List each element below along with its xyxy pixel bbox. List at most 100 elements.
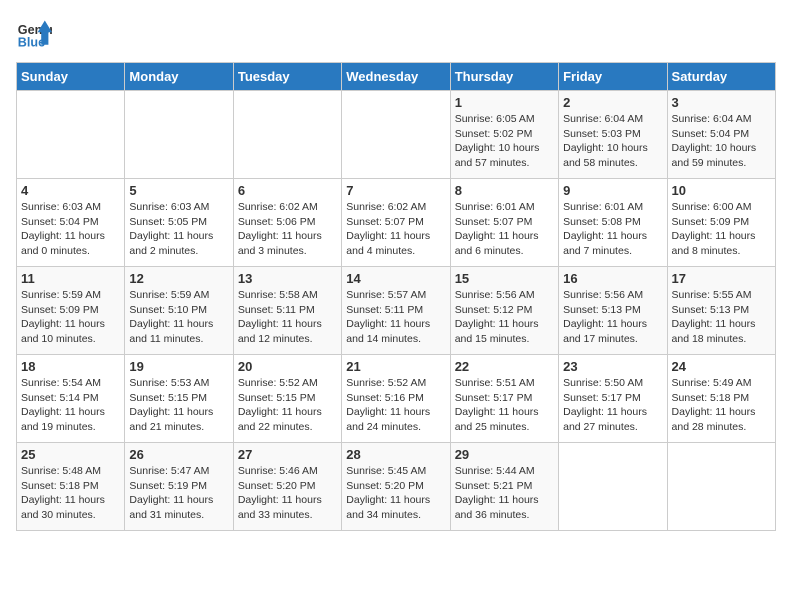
day-number: 9 xyxy=(563,183,662,198)
calendar-cell: 29 Sunrise: 5:44 AM Sunset: 5:21 PM Dayli… xyxy=(450,443,558,531)
day-number: 19 xyxy=(129,359,228,374)
day-number: 23 xyxy=(563,359,662,374)
day-number: 18 xyxy=(21,359,120,374)
logo: General Blue xyxy=(16,16,52,52)
day-number: 14 xyxy=(346,271,445,286)
day-number: 17 xyxy=(672,271,771,286)
day-number: 20 xyxy=(238,359,337,374)
calendar-cell: 13 Sunrise: 5:58 AM Sunset: 5:11 PM Dayli… xyxy=(233,267,341,355)
day-number: 6 xyxy=(238,183,337,198)
day-number: 5 xyxy=(129,183,228,198)
cell-info: Sunrise: 5:56 AM Sunset: 5:12 PM Dayligh… xyxy=(455,288,554,347)
calendar-cell: 26 Sunrise: 5:47 AM Sunset: 5:19 PM Dayli… xyxy=(125,443,233,531)
cell-info: Sunrise: 5:54 AM Sunset: 5:14 PM Dayligh… xyxy=(21,376,120,435)
calendar-cell: 12 Sunrise: 5:59 AM Sunset: 5:10 PM Dayli… xyxy=(125,267,233,355)
cell-info: Sunrise: 5:55 AM Sunset: 5:13 PM Dayligh… xyxy=(672,288,771,347)
day-number: 21 xyxy=(346,359,445,374)
calendar-cell: 6 Sunrise: 6:02 AM Sunset: 5:06 PM Daylig… xyxy=(233,179,341,267)
day-number: 7 xyxy=(346,183,445,198)
calendar-cell: 21 Sunrise: 5:52 AM Sunset: 5:16 PM Dayli… xyxy=(342,355,450,443)
calendar-cell: 4 Sunrise: 6:03 AM Sunset: 5:04 PM Daylig… xyxy=(17,179,125,267)
cell-info: Sunrise: 5:57 AM Sunset: 5:11 PM Dayligh… xyxy=(346,288,445,347)
cell-info: Sunrise: 6:01 AM Sunset: 5:08 PM Dayligh… xyxy=(563,200,662,259)
calendar-table: SundayMondayTuesdayWednesdayThursdayFrid… xyxy=(16,62,776,531)
cell-info: Sunrise: 5:59 AM Sunset: 5:10 PM Dayligh… xyxy=(129,288,228,347)
calendar-cell: 22Sunrise: 5:51 AM Sunset: 5:17 PM Dayli… xyxy=(450,355,558,443)
cell-info: Sunrise: 6:00 AM Sunset: 5:09 PM Dayligh… xyxy=(672,200,771,259)
calendar-cell: 28 Sunrise: 5:45 AM Sunset: 5:20 PM Dayli… xyxy=(342,443,450,531)
cell-info: Sunrise: 6:01 AM Sunset: 5:07 PM Dayligh… xyxy=(455,200,554,259)
calendar-cell xyxy=(17,91,125,179)
day-header-tuesday: Tuesday xyxy=(233,63,341,91)
day-header-monday: Monday xyxy=(125,63,233,91)
day-number: 2 xyxy=(563,95,662,110)
calendar-cell: 5 Sunrise: 6:03 AM Sunset: 5:05 PM Daylig… xyxy=(125,179,233,267)
calendar-cell: 7 Sunrise: 6:02 AM Sunset: 5:07 PM Daylig… xyxy=(342,179,450,267)
cell-info: Sunrise: 5:52 AM Sunset: 5:16 PM Dayligh… xyxy=(346,376,445,435)
logo-icon: General Blue xyxy=(16,16,52,52)
day-number: 16 xyxy=(563,271,662,286)
calendar-cell: 16 Sunrise: 5:56 AM Sunset: 5:13 PM Dayli… xyxy=(559,267,667,355)
day-header-wednesday: Wednesday xyxy=(342,63,450,91)
svg-text:Blue: Blue xyxy=(18,36,45,50)
calendar-cell: 14 Sunrise: 5:57 AM Sunset: 5:11 PM Dayli… xyxy=(342,267,450,355)
day-number: 28 xyxy=(346,447,445,462)
cell-info: Sunrise: 5:56 AM Sunset: 5:13 PM Dayligh… xyxy=(563,288,662,347)
cell-info: Sunrise: 5:52 AM Sunset: 5:15 PM Dayligh… xyxy=(238,376,337,435)
calendar-cell xyxy=(667,443,775,531)
day-header-friday: Friday xyxy=(559,63,667,91)
day-number: 25 xyxy=(21,447,120,462)
day-number: 29 xyxy=(455,447,554,462)
cell-info: Sunrise: 5:46 AM Sunset: 5:20 PM Dayligh… xyxy=(238,464,337,523)
day-header-saturday: Saturday xyxy=(667,63,775,91)
cell-info: Sunrise: 5:53 AM Sunset: 5:15 PM Dayligh… xyxy=(129,376,228,435)
day-number: 26 xyxy=(129,447,228,462)
calendar-cell: 19 Sunrise: 5:53 AM Sunset: 5:15 PM Dayli… xyxy=(125,355,233,443)
cell-info: Sunrise: 5:59 AM Sunset: 5:09 PM Dayligh… xyxy=(21,288,120,347)
cell-info: Sunrise: 5:49 AM Sunset: 5:18 PM Dayligh… xyxy=(672,376,771,435)
cell-info: Sunrise: 6:04 AM Sunset: 5:04 PM Dayligh… xyxy=(672,112,771,171)
day-number: 24 xyxy=(672,359,771,374)
calendar-cell xyxy=(125,91,233,179)
day-number: 4 xyxy=(21,183,120,198)
calendar-cell xyxy=(233,91,341,179)
calendar-cell: 15 Sunrise: 5:56 AM Sunset: 5:12 PM Dayli… xyxy=(450,267,558,355)
cell-info: Sunrise: 6:02 AM Sunset: 5:06 PM Dayligh… xyxy=(238,200,337,259)
day-number: 12 xyxy=(129,271,228,286)
calendar-cell: 23 Sunrise: 5:50 AM Sunset: 5:17 PM Dayli… xyxy=(559,355,667,443)
calendar-cell: 9 Sunrise: 6:01 AM Sunset: 5:08 PM Daylig… xyxy=(559,179,667,267)
cell-info: Sunrise: 5:48 AM Sunset: 5:18 PM Dayligh… xyxy=(21,464,120,523)
day-number: 10 xyxy=(672,183,771,198)
day-number: 27 xyxy=(238,447,337,462)
header: General Blue xyxy=(16,16,776,52)
calendar-cell xyxy=(342,91,450,179)
cell-info: Sunrise: 5:58 AM Sunset: 5:11 PM Dayligh… xyxy=(238,288,337,347)
day-number: 8 xyxy=(455,183,554,198)
calendar-cell: 10 Sunrise: 6:00 AM Sunset: 5:09 PM Dayli… xyxy=(667,179,775,267)
calendar-cell: 8 Sunrise: 6:01 AM Sunset: 5:07 PM Daylig… xyxy=(450,179,558,267)
day-number: 11 xyxy=(21,271,120,286)
day-number: 13 xyxy=(238,271,337,286)
cell-info: Sunrise: 5:44 AM Sunset: 5:21 PM Dayligh… xyxy=(455,464,554,523)
cell-info: Sunrise: 6:02 AM Sunset: 5:07 PM Dayligh… xyxy=(346,200,445,259)
cell-info: Sunrise: 6:03 AM Sunset: 5:04 PM Dayligh… xyxy=(21,200,120,259)
calendar-cell: 25 Sunrise: 5:48 AM Sunset: 5:18 PM Dayli… xyxy=(17,443,125,531)
day-number: 15 xyxy=(455,271,554,286)
calendar-cell: 20 Sunrise: 5:52 AM Sunset: 5:15 PM Dayli… xyxy=(233,355,341,443)
day-header-thursday: Thursday xyxy=(450,63,558,91)
cell-info: Sunrise: 6:03 AM Sunset: 5:05 PM Dayligh… xyxy=(129,200,228,259)
cell-info: Sunrise: 5:50 AM Sunset: 5:17 PM Dayligh… xyxy=(563,376,662,435)
calendar-cell: 2 Sunrise: 6:04 AM Sunset: 5:03 PM Daylig… xyxy=(559,91,667,179)
calendar-cell: 17 Sunrise: 5:55 AM Sunset: 5:13 PM Dayli… xyxy=(667,267,775,355)
cell-info: Sunrise: 5:45 AM Sunset: 5:20 PM Dayligh… xyxy=(346,464,445,523)
cell-info: Sunrise: 5:47 AM Sunset: 5:19 PM Dayligh… xyxy=(129,464,228,523)
cell-info: Sunrise: 5:51 AM Sunset: 5:17 PM Dayligh… xyxy=(455,376,554,435)
day-number: 1 xyxy=(455,95,554,110)
calendar-cell: 18 Sunrise: 5:54 AM Sunset: 5:14 PM Dayli… xyxy=(17,355,125,443)
calendar-cell: 3 Sunrise: 6:04 AM Sunset: 5:04 PM Daylig… xyxy=(667,91,775,179)
day-header-sunday: Sunday xyxy=(17,63,125,91)
day-number: 3 xyxy=(672,95,771,110)
calendar-cell: 1Sunrise: 6:05 AM Sunset: 5:02 PM Daylig… xyxy=(450,91,558,179)
cell-info: Sunrise: 6:04 AM Sunset: 5:03 PM Dayligh… xyxy=(563,112,662,171)
calendar-cell xyxy=(559,443,667,531)
